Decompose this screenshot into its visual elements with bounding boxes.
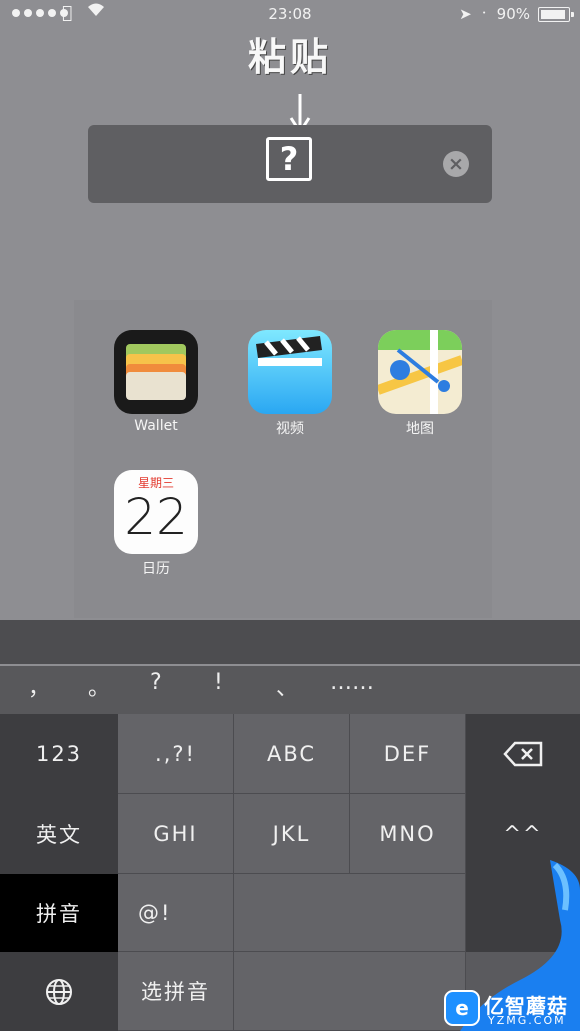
- status-right: ➤ ᛫ 90%: [459, 5, 574, 23]
- jkl-key[interactable]: JKL: [234, 794, 350, 874]
- select-pinyin-key[interactable]: 选拼音: [118, 952, 234, 1031]
- at-symbol-key[interactable]: @!: [118, 874, 234, 952]
- mno-key[interactable]: MNO: [350, 794, 466, 874]
- punct-key[interactable]: ?: [150, 670, 162, 695]
- app-videos[interactable]: 视频: [240, 330, 340, 438]
- maps-icon: [378, 330, 462, 414]
- calendar-icon: 星期三 22: [114, 470, 198, 554]
- abc-key[interactable]: ABC: [234, 714, 350, 794]
- battery-percent: 90%: [496, 5, 530, 23]
- numbers-key[interactable]: 123: [0, 714, 118, 794]
- app-wallet[interactable]: Wallet: [106, 330, 206, 434]
- app-calendar[interactable]: 星期三 22 日历: [106, 470, 206, 578]
- app-maps[interactable]: 地图: [370, 330, 470, 438]
- keyboard-input-bar: [0, 620, 580, 664]
- pinyin-key[interactable]: 拼音: [0, 874, 118, 952]
- pqrs-tuv-keys[interactable]: [234, 874, 466, 952]
- wallet-icon: [114, 330, 198, 414]
- videos-icon: [248, 330, 332, 414]
- app-label: 地图: [406, 421, 434, 437]
- punct-key[interactable]: 、: [276, 670, 298, 702]
- watermark-subtitle: YZMG.COM: [488, 1014, 566, 1027]
- bluetooth-icon: ᛫: [479, 5, 489, 23]
- punct-key[interactable]: ……: [330, 670, 374, 695]
- battery-icon: [538, 6, 574, 22]
- delete-icon: [503, 741, 543, 767]
- def-key[interactable]: DEF: [350, 714, 466, 794]
- delete-key[interactable]: [466, 714, 580, 794]
- paste-caption: 粘贴: [247, 35, 332, 79]
- punct-key[interactable]: !: [214, 670, 223, 695]
- ghi-key[interactable]: GHI: [118, 794, 234, 874]
- watermark-logo-icon: e: [444, 990, 480, 1026]
- calendar-day: 22: [124, 488, 188, 546]
- location-icon: ➤: [459, 5, 472, 23]
- app-label: Wallet: [134, 418, 178, 434]
- punct-key[interactable]: ，: [28, 670, 50, 702]
- app-label: 日历: [142, 561, 170, 577]
- app-label: 视频: [276, 421, 304, 437]
- space-key[interactable]: [234, 952, 466, 1031]
- symbols-key[interactable]: .,?!: [118, 714, 234, 794]
- unknown-character-glyph: ?: [266, 137, 312, 181]
- globe-icon: [46, 978, 72, 1005]
- punct-key[interactable]: 。: [88, 670, 110, 702]
- clear-search-icon[interactable]: ×: [443, 151, 469, 177]
- english-key[interactable]: 英文: [0, 794, 118, 874]
- globe-key[interactable]: [0, 952, 118, 1031]
